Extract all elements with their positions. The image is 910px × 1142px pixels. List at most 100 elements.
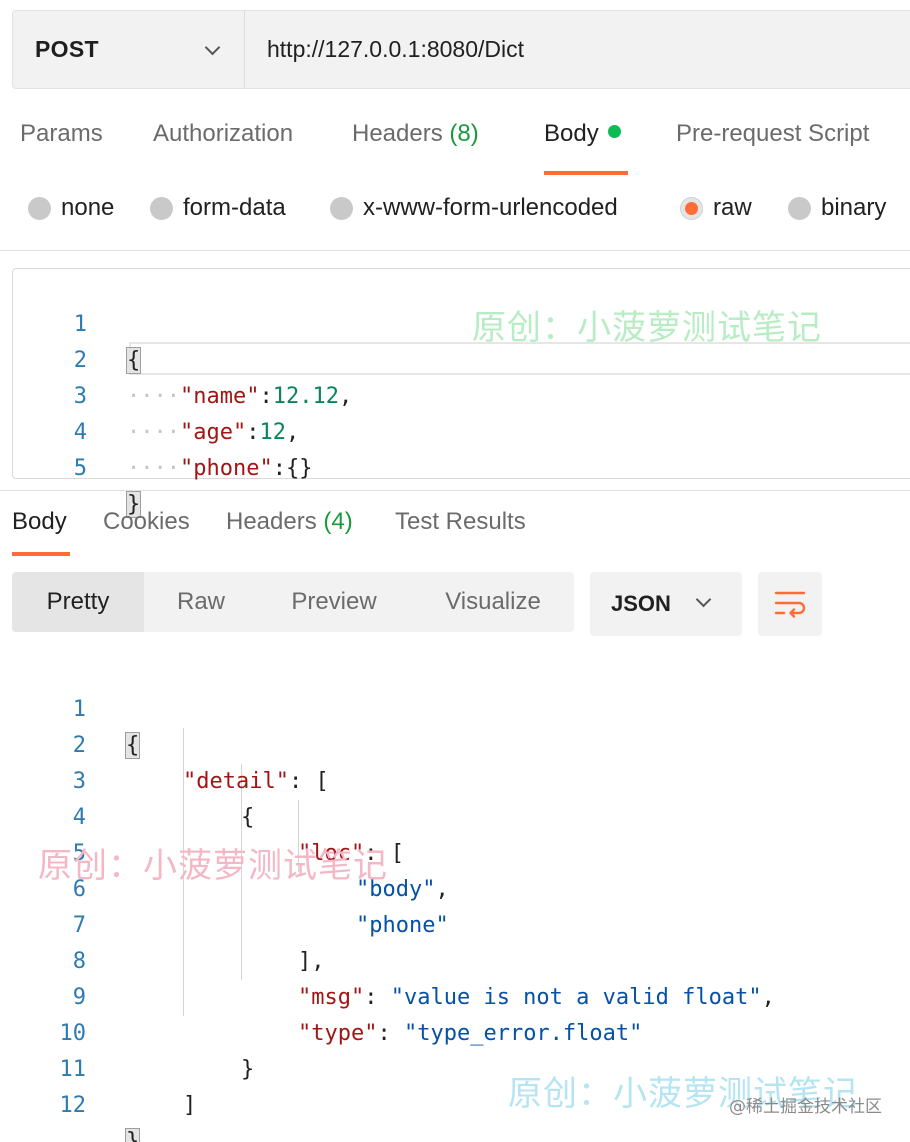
tab-params[interactable]: Params — [20, 120, 103, 148]
brace-open: { — [241, 805, 255, 830]
view-preview-button[interactable]: Preview — [270, 572, 398, 632]
code-line: 2 "detail": [ — [0, 692, 329, 794]
code-line: 10 } — [0, 980, 255, 1082]
tab-headers-label: Headers — [352, 120, 443, 147]
comma: , — [338, 384, 353, 409]
comma: , — [435, 877, 449, 902]
wrap-lines-button[interactable] — [758, 572, 822, 636]
editor-line: 1 { — [13, 271, 142, 374]
radio-raw-label: raw — [713, 194, 752, 221]
request-body-editor[interactable]: 1 { 2 ····"name":12.12, 3 ····"age":12, … — [12, 268, 910, 518]
divider — [0, 490, 910, 491]
active-line-highlight — [129, 342, 910, 375]
brace-open: { — [125, 347, 142, 374]
response-tab-test-results[interactable]: Test Results — [395, 508, 526, 536]
bracket-close: ], — [298, 949, 325, 974]
colon: : — [259, 384, 273, 409]
response-tab-headers-label: Headers — [226, 508, 317, 535]
indent-dots: ···· — [127, 456, 180, 481]
comma: , — [761, 985, 775, 1010]
code-line: 6 "phone" — [0, 836, 449, 938]
colon: : — [364, 985, 391, 1010]
response-headers-count: (4) — [323, 508, 353, 535]
json-number: 12 — [259, 420, 286, 445]
view-pretty-button[interactable]: Pretty — [12, 572, 144, 632]
json-key: "type" — [298, 1021, 378, 1046]
comma: , — [285, 420, 300, 445]
active-tab-underline — [544, 171, 628, 175]
json-string: "type_error.float" — [403, 1021, 643, 1046]
view-visualize-button[interactable]: Visualize — [426, 572, 560, 632]
radio-form-data[interactable]: form-data — [150, 194, 286, 222]
tab-body-label: Body — [544, 120, 599, 147]
chevron-down-icon — [695, 591, 712, 608]
headers-count: (8) — [449, 120, 479, 147]
code-line: 4 "loc": [ — [0, 764, 404, 866]
editor-line: 5 } — [13, 415, 142, 518]
tab-body[interactable]: Body — [544, 120, 621, 148]
response-tab-body[interactable]: Body — [12, 508, 67, 536]
radio-binary[interactable]: binary — [788, 194, 886, 222]
radio-binary-label: binary — [821, 194, 887, 221]
body-status-dot — [607, 125, 621, 138]
radio-none[interactable]: none — [28, 194, 114, 222]
editor-line: 3 ····"age":12, — [13, 343, 299, 445]
json-string: "body" — [356, 877, 436, 902]
colon: : — [246, 420, 260, 445]
url-input[interactable]: http://127.0.0.1:8080/Dict — [245, 11, 910, 88]
code-line: 3 { — [0, 728, 255, 830]
body-type-radios: none form-data x-www-form-urlencoded raw… — [0, 194, 910, 228]
view-mode-selector: Pretty Raw Preview Visualize — [12, 572, 574, 632]
brace-close: } — [124, 1128, 141, 1142]
code-line: 8 "msg": "value is not a valid float", — [0, 908, 775, 1010]
bracket-close: ] — [183, 1093, 197, 1118]
method-select[interactable]: POST — [13, 11, 245, 88]
indent-dots: ···· — [127, 384, 180, 409]
radio-form-data-label: form-data — [183, 194, 286, 221]
json-number: 12.12 — [272, 384, 339, 409]
response-tabs: Body Cookies Headers (4) Test Results — [0, 508, 910, 556]
colon: : — [272, 456, 286, 481]
tab-authorization[interactable]: Authorization — [153, 120, 293, 148]
radio-urlencoded-label: x-www-form-urlencoded — [363, 194, 618, 221]
request-bar: POST http://127.0.0.1:8080/Dict — [12, 10, 910, 89]
code-line: 5 "body", — [0, 800, 449, 902]
colon: : — [377, 1021, 404, 1046]
radio-urlencoded[interactable]: x-www-form-urlencoded — [330, 194, 618, 222]
indent-dots: ···· — [127, 420, 180, 445]
json-key: "msg" — [298, 985, 365, 1010]
tab-prerequest-script[interactable]: Pre-request Script — [676, 120, 869, 148]
chevron-down-icon — [204, 39, 221, 56]
url-value: http://127.0.0.1:8080/Dict — [267, 36, 525, 62]
response-tab-cookies[interactable]: Cookies — [103, 508, 190, 536]
tab-headers[interactable]: Headers (8) — [352, 120, 479, 148]
radio-circle-icon — [788, 196, 811, 220]
response-body-viewer: 1 { 2 "detail": [ 3 { 4 "loc": [ 5 "body… — [0, 656, 910, 1142]
bracket-open: [ — [390, 841, 404, 866]
line-number: 12 — [59, 1093, 87, 1118]
json-key: "age" — [179, 420, 247, 445]
line-number: 5 — [73, 456, 87, 481]
brace-open: { — [124, 732, 141, 759]
brace-close: } — [241, 1057, 255, 1082]
view-raw-button[interactable]: Raw — [144, 572, 258, 632]
radio-circle-icon — [150, 196, 173, 220]
method-label: POST — [35, 36, 99, 62]
json-string: "value is not a valid float" — [390, 985, 762, 1010]
format-label: JSON — [611, 591, 671, 616]
code-line: 1 { — [0, 656, 141, 759]
radio-circle-icon — [330, 196, 353, 220]
format-select[interactable]: JSON — [590, 572, 742, 636]
json-key: "phone" — [179, 456, 273, 481]
response-tab-headers[interactable]: Headers (4) — [226, 508, 353, 536]
radio-circle-icon — [28, 196, 51, 220]
radio-raw[interactable]: raw — [680, 194, 752, 222]
radio-none-label: none — [61, 194, 115, 221]
bracket-open: [ — [315, 769, 329, 794]
request-tabs: Params Authorization Headers (8) Body Pr… — [0, 120, 910, 175]
active-tab-underline — [12, 552, 70, 556]
footer-credit: @稀土掘金技术社区 — [729, 1097, 882, 1117]
editor-line: 4 ····"phone":{} — [13, 379, 313, 481]
divider — [0, 250, 910, 251]
radio-selected-icon — [680, 196, 703, 220]
